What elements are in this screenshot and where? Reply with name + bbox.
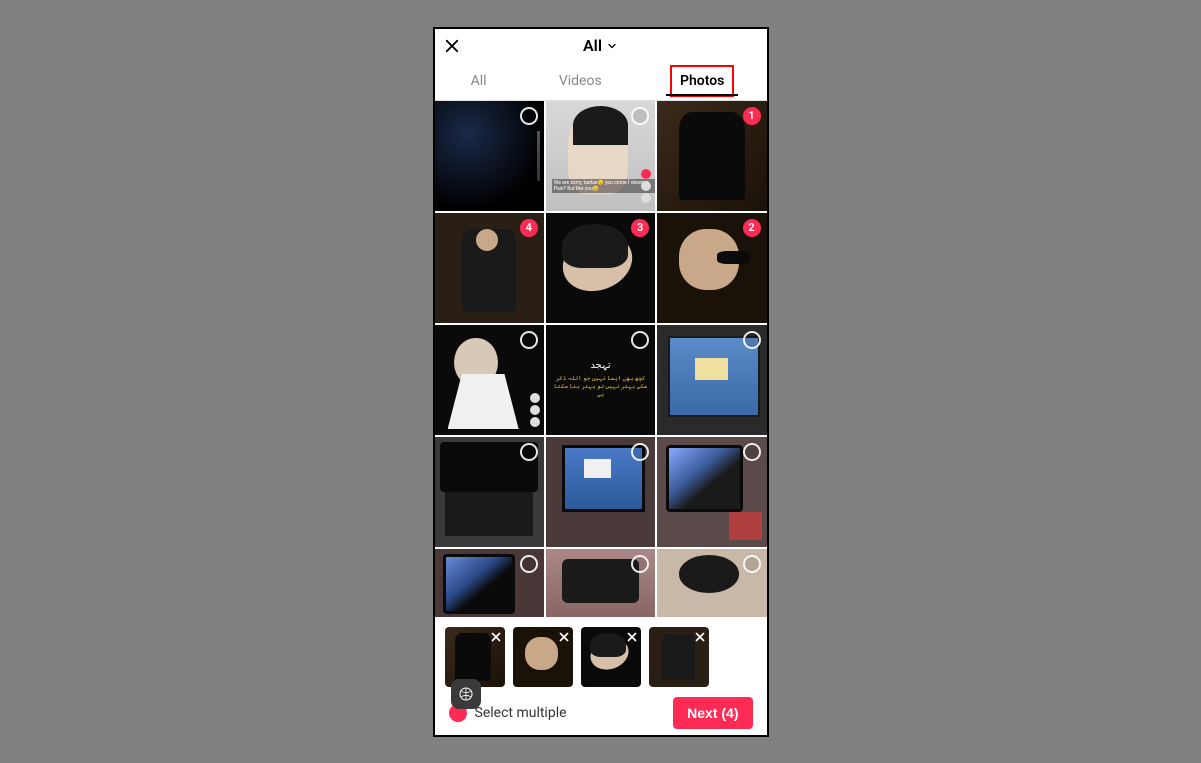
tab-photos[interactable]: Photos <box>670 65 734 97</box>
selected-tray <box>435 619 767 691</box>
next-button[interactable]: Next (4) <box>673 697 752 729</box>
thumbnail-detail <box>476 380 485 424</box>
tab-videos[interactable]: Videos <box>555 65 606 97</box>
photo-thumbnail[interactable]: تہجد کچھ بھی ایسا نہیں جو اللہ ذکر سکے ب… <box>546 325 655 435</box>
select-circle[interactable] <box>520 107 538 125</box>
media-tabs: All Videos Photos <box>435 63 767 101</box>
thumbnail-text-body: کچھ بھی ایسا نہیں جو اللہ ذکر سکے بہتر ن… <box>550 375 651 398</box>
tab-all[interactable]: All <box>467 65 491 97</box>
select-circle[interactable] <box>520 555 538 573</box>
chevron-down-icon <box>606 40 618 52</box>
brain-icon <box>458 686 474 702</box>
photo-thumbnail[interactable]: 3 <box>546 213 655 323</box>
select-circle[interactable] <box>631 555 649 573</box>
photo-thumbnail[interactable] <box>546 549 655 617</box>
thumbnail-text-top: تہجد <box>590 360 610 371</box>
album-selector[interactable]: All <box>583 36 618 55</box>
photo-grid[interactable]: We are sorry, taetae😔 you come f deserve… <box>435 101 767 619</box>
photo-thumbnail[interactable] <box>435 549 544 617</box>
selected-thumbnail[interactable] <box>581 627 641 687</box>
footer: Select multiple Next (4) <box>435 691 767 735</box>
header-title-text: All <box>583 36 602 55</box>
phone-frame: All All Videos Photos We are sorry, taet… <box>433 27 769 737</box>
select-circle[interactable] <box>520 331 538 349</box>
remove-selection-button[interactable] <box>489 629 503 643</box>
selected-thumbnail[interactable] <box>445 627 505 687</box>
select-circle[interactable] <box>743 443 761 461</box>
remove-selection-button[interactable] <box>557 629 571 643</box>
selected-thumbnail[interactable] <box>513 627 573 687</box>
close-icon <box>557 630 571 644</box>
header: All <box>435 29 767 63</box>
photo-thumbnail[interactable] <box>435 101 544 211</box>
remove-selection-button[interactable] <box>693 629 707 643</box>
select-circle[interactable] <box>520 443 538 461</box>
photo-thumbnail[interactable] <box>657 325 766 435</box>
photo-thumbnail[interactable]: 1 <box>657 101 766 211</box>
photo-thumbnail[interactable]: 4 <box>435 213 544 323</box>
close-icon <box>489 630 503 644</box>
select-circle[interactable] <box>743 331 761 349</box>
select-circle[interactable] <box>631 331 649 349</box>
tiktok-side-icons <box>639 167 653 205</box>
select-badge[interactable]: 3 <box>631 219 649 237</box>
close-button[interactable] <box>443 37 461 55</box>
select-badge[interactable]: 1 <box>743 107 761 125</box>
remove-selection-button[interactable] <box>625 629 639 643</box>
close-icon <box>625 630 639 644</box>
select-badge[interactable]: 4 <box>520 219 538 237</box>
select-circle[interactable] <box>631 107 649 125</box>
select-circle[interactable] <box>631 443 649 461</box>
photo-thumbnail[interactable]: 2 <box>657 213 766 323</box>
photo-thumbnail[interactable] <box>657 549 766 617</box>
select-multiple-label: Select multiple <box>475 705 567 721</box>
select-circle[interactable] <box>743 555 761 573</box>
photo-thumbnail[interactable] <box>435 437 544 547</box>
close-icon <box>693 630 707 644</box>
photo-thumbnail[interactable] <box>435 325 544 435</box>
selected-thumbnail[interactable] <box>649 627 709 687</box>
assistant-overlay-button[interactable] <box>451 679 481 709</box>
photo-thumbnail[interactable] <box>546 437 655 547</box>
close-icon <box>443 37 461 55</box>
select-badge[interactable]: 2 <box>743 219 761 237</box>
photo-thumbnail[interactable] <box>657 437 766 547</box>
tiktok-side-icons <box>528 391 542 429</box>
photo-thumbnail[interactable]: We are sorry, taetae😔 you come f deserve… <box>546 101 655 211</box>
